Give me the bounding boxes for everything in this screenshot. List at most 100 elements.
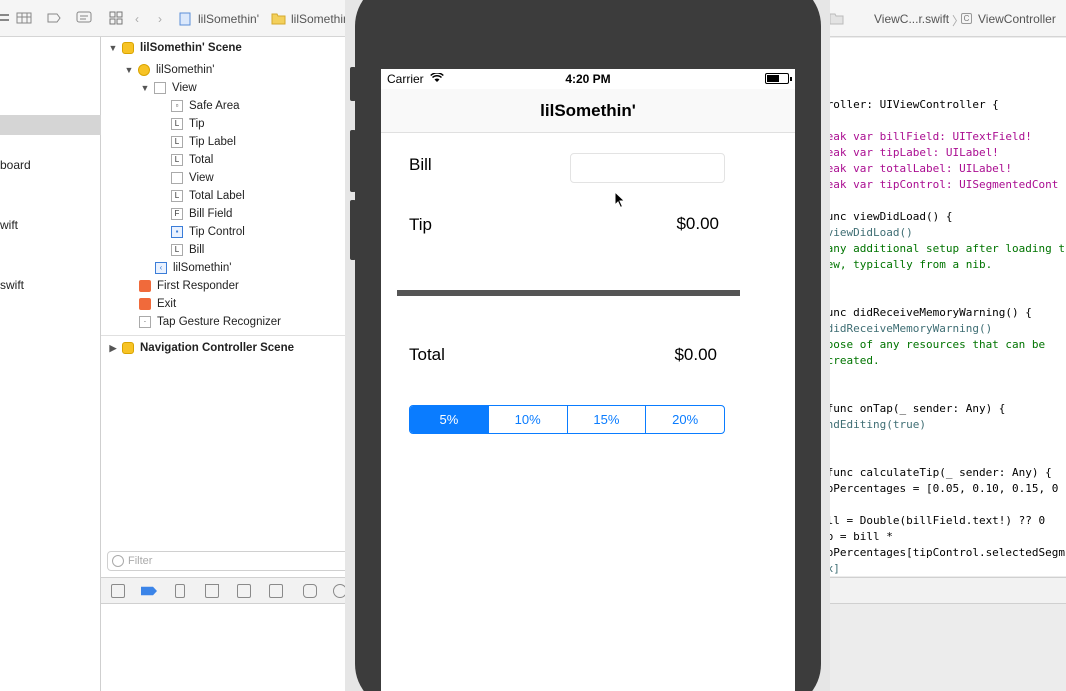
step-over-icon[interactable] <box>205 584 219 598</box>
outline-scene[interactable]: ▼ lilSomethin' Scene <box>108 39 242 57</box>
code-line[interactable]: ill = Double(billField.text!) ?? 0 <box>820 514 1045 527</box>
code-line[interactable]: func didReceiveMemoryWarning() { <box>820 306 1032 319</box>
file-item[interactable]: wift <box>0 218 18 232</box>
navigator-toolbar <box>0 0 101 37</box>
disclosure-open-icon[interactable]: ▼ <box>108 43 118 53</box>
code-line[interactable]: spose of any resources that can be <box>820 338 1045 351</box>
first-responder-icon <box>139 280 151 292</box>
hide-debug-area-icon[interactable] <box>111 584 125 598</box>
safe-area-icon: ▫ <box>171 100 183 112</box>
outline-item[interactable]: L Total <box>171 151 213 169</box>
outline-view[interactable]: ▼ View <box>140 79 197 97</box>
outline-item-label: Safe Area <box>189 100 240 112</box>
code-line[interactable]: weak var billField: UITextField! <box>820 130 1032 143</box>
nav-title: lilSomethin' <box>540 101 636 120</box>
step-out-icon[interactable] <box>269 584 283 598</box>
code-editor[interactable]: troller: UIViewController { weak var bil… <box>820 38 1066 576</box>
exit-label: Exit <box>157 298 177 310</box>
disclosure-closed-icon[interactable]: ▶ <box>108 343 118 354</box>
code-line[interactable]: ipPercentages[tipControl.selectedSegm <box>820 546 1065 559</box>
code-line[interactable]: .viewDidLoad() <box>820 226 913 239</box>
nav-item-label: lilSomethin' <box>173 262 232 274</box>
view-icon <box>171 172 183 184</box>
outline-filter-input[interactable]: Filter <box>107 551 355 571</box>
code-line[interactable]: iew, typically from a nib. <box>820 258 992 271</box>
filter-icon <box>112 555 124 567</box>
disclosure-open-icon[interactable]: ▼ <box>124 65 134 75</box>
label-icon: L <box>171 244 183 256</box>
code-line[interactable]: func viewDidLoad() { <box>820 210 952 223</box>
outline-item-label: Tip Control <box>189 226 245 238</box>
grid-icon[interactable] <box>16 11 32 25</box>
outline-tap-gesture[interactable]: · Tap Gesture Recognizer <box>139 313 281 331</box>
code-line[interactable]: any additional setup after loading t <box>820 242 1065 255</box>
controller-label: lilSomethin' <box>156 64 215 76</box>
related-items-icon[interactable] <box>109 11 123 25</box>
jumpbar-symbol[interactable]: ViewController <box>978 12 1056 26</box>
outline-item[interactable]: L Tip Label <box>171 133 236 151</box>
code-line[interactable]: ipPercentages = [0.05, 0.10, 0.15, 0 <box>820 482 1058 495</box>
outline-exit[interactable]: Exit <box>139 295 176 313</box>
outline-item[interactable]: F Bill Field <box>171 205 232 223</box>
outline-nav-scene[interactable]: ▶ Navigation Controller Scene <box>108 339 294 357</box>
scene-title: lilSomethin' Scene <box>140 42 242 54</box>
code-line[interactable]: ip = bill * <box>820 530 893 543</box>
code-line[interactable]: func onTap(_ sender: Any) { <box>820 402 1006 415</box>
bill-text-field[interactable] <box>570 153 725 183</box>
tag-icon[interactable] <box>46 11 62 25</box>
status-time: 4:20 PM <box>565 72 611 86</box>
device-screen[interactable]: Carrier 4:20 PM lilSomethin' Bill Tip $0… <box>381 69 795 691</box>
outline-item[interactable]: L Tip <box>171 115 205 133</box>
outline-first-responder[interactable]: First Responder <box>139 277 239 295</box>
jumpbar-project[interactable]: lilSomethin' <box>198 12 259 26</box>
outline-item[interactable]: View <box>171 169 214 187</box>
pause-icon[interactable] <box>175 584 185 598</box>
outline-item-label: Tip <box>189 118 205 130</box>
code-line[interactable]: weak var tipLabel: UILabel! <box>820 146 999 159</box>
outline-item-label: Total Label <box>189 190 245 202</box>
segment-15[interactable]: 15% <box>566 406 646 433</box>
label-icon: L <box>171 154 183 166</box>
segmented-control-icon: ▪ <box>171 226 183 238</box>
code-line[interactable]: .didReceiveMemoryWarning() <box>820 322 992 335</box>
tip-value: $0.00 <box>676 214 719 233</box>
forward-chevron-icon[interactable]: › <box>158 12 162 26</box>
tip-segmented-control[interactable]: 5% 10% 15% 20% <box>409 405 725 434</box>
jumpbar-folder[interactable]: lilSomethin' <box>291 12 352 26</box>
code-line[interactable]: func calculateTip(_ sender: Any) { <box>820 466 1052 479</box>
separator-view <box>397 290 740 296</box>
outline-item-label: View <box>189 172 214 184</box>
outline-nav-item[interactable]: ‹ lilSomethin' <box>155 259 231 277</box>
outline-item[interactable]: L Bill <box>171 241 204 259</box>
label-icon: L <box>171 190 183 202</box>
file-item[interactable]: swift <box>0 278 24 292</box>
outline-item[interactable]: ▪ Tip Control <box>171 223 245 241</box>
selected-file-row[interactable] <box>0 115 101 135</box>
scene-icon <box>122 342 134 354</box>
total-label: Total <box>409 345 445 364</box>
file-item[interactable]: board <box>0 158 31 172</box>
disclosure-open-icon[interactable]: ▼ <box>140 83 150 93</box>
code-line[interactable]: weak var totalLabel: UILabel! <box>820 162 1012 175</box>
jumpbar-file[interactable]: ViewC...r.swift <box>874 12 949 26</box>
navigation-item-icon: ‹ <box>155 262 167 274</box>
segment-5[interactable]: 5% <box>410 406 488 433</box>
code-line[interactable]: troller: UIViewController { <box>820 98 999 111</box>
outline-item-label: Bill <box>189 244 205 256</box>
folder-icon <box>271 13 286 25</box>
segment-20[interactable]: 20% <box>645 406 724 433</box>
breakpoints-icon[interactable] <box>141 586 157 596</box>
list-icon[interactable] <box>0 11 10 25</box>
back-chevron-icon[interactable]: ‹ <box>135 12 139 26</box>
scene-icon <box>122 42 134 54</box>
step-in-icon[interactable] <box>237 584 251 598</box>
outline-item[interactable]: ▫ Safe Area <box>171 97 240 115</box>
view-hierarchy-icon[interactable] <box>303 584 317 598</box>
mouse-cursor-icon <box>614 191 626 209</box>
segment-10[interactable]: 10% <box>487 406 567 433</box>
code-line[interactable]: endEditing(true) <box>820 418 926 431</box>
outline-item[interactable]: L Total Label <box>171 187 245 205</box>
outline-controller[interactable]: ▼ lilSomethin' <box>124 61 214 79</box>
code-line[interactable]: weak var tipControl: UISegmentedCont <box>820 178 1058 191</box>
comment-icon[interactable] <box>76 11 92 25</box>
